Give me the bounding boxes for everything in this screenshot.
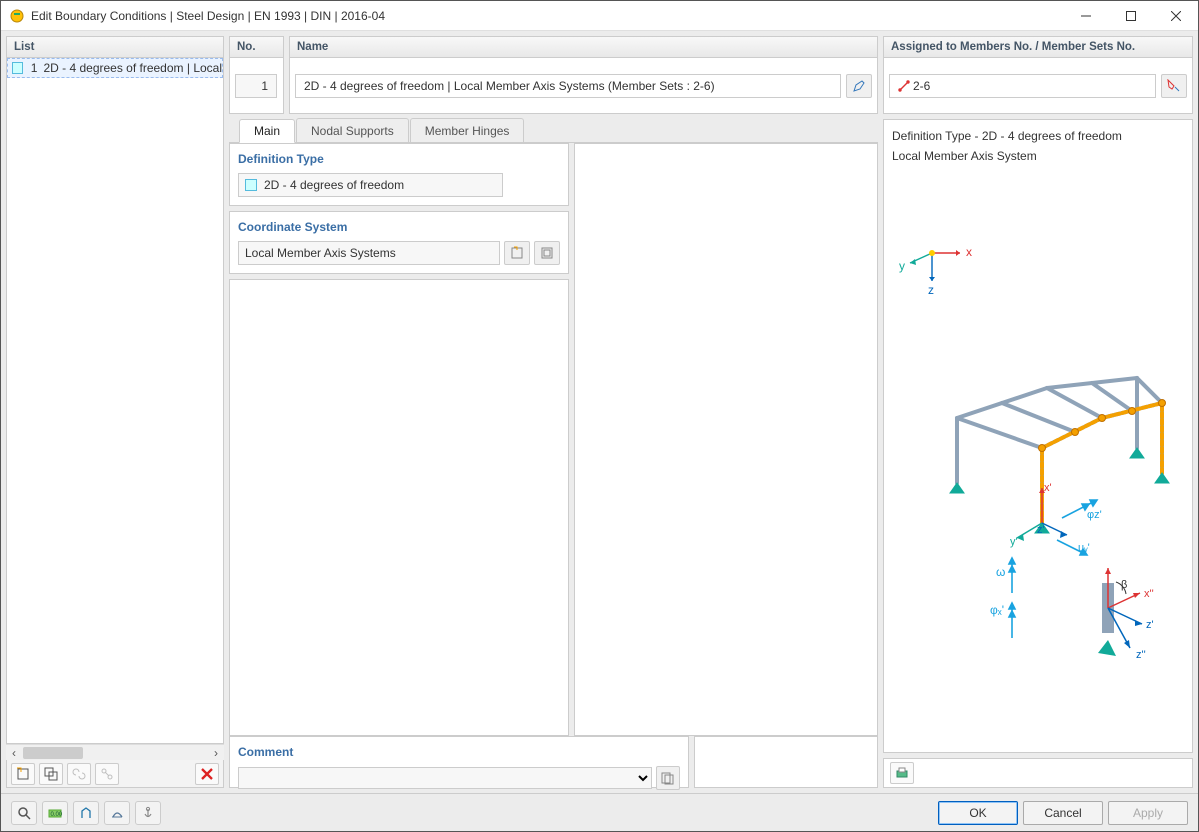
definition-type-label: Definition Type: [238, 152, 560, 166]
definition-type-swatch: [245, 179, 257, 191]
sym-z2: z': [1146, 619, 1154, 631]
duplicate-item-button[interactable]: [39, 763, 63, 785]
edit-name-button[interactable]: [846, 74, 872, 98]
no-input[interactable]: [235, 74, 277, 98]
preview-print-button[interactable]: [890, 762, 914, 784]
axis-y-label: y: [899, 259, 905, 273]
definition-type-box: Definition Type 2D - 4 degrees of freedo…: [229, 143, 569, 206]
new-item-button[interactable]: [11, 763, 35, 785]
member-icon: [898, 80, 910, 92]
link-button[interactable]: [67, 763, 91, 785]
maximize-button[interactable]: [1108, 1, 1153, 31]
preview-title-1: Definition Type - 2D - 4 degrees of free…: [892, 128, 1184, 144]
definition-type-value: 2D - 4 degrees of freedom: [264, 178, 404, 192]
definition-type-select[interactable]: 2D - 4 degrees of freedom: [238, 173, 503, 197]
sym-beta: β: [1121, 579, 1127, 591]
svg-text:0.00: 0.00: [51, 812, 63, 818]
preview-illustration: x y z: [892, 178, 1182, 738]
comment-label: Comment: [238, 745, 680, 759]
list-header: List: [6, 36, 224, 58]
sym-phix: φₓ': [990, 603, 1004, 617]
view-button[interactable]: [104, 801, 130, 825]
list-body: 1 2D - 4 degrees of freedom | Local: [6, 58, 224, 744]
sym-x2: x'': [1144, 588, 1154, 600]
search-button[interactable]: [11, 801, 37, 825]
assigned-value: 2-6: [913, 79, 930, 93]
structure-button[interactable]: [73, 801, 99, 825]
props-blank: [229, 279, 569, 736]
titlebar: Edit Boundary Conditions | Steel Design …: [1, 1, 1198, 31]
list-toolbar: [6, 760, 224, 788]
comment-spacer-1: [694, 736, 878, 788]
tab-main[interactable]: Main: [239, 119, 295, 143]
sym-z2b: z'': [1136, 649, 1146, 661]
tabs: Main Nodal Supports Member Hinges: [229, 119, 878, 143]
assigned-input[interactable]: 2-6: [889, 74, 1156, 98]
no-label: No.: [229, 36, 284, 58]
comment-input[interactable]: [238, 767, 652, 789]
tab-nodal-supports[interactable]: Nodal Supports: [296, 118, 409, 142]
sym-uy: uᵧ': [1078, 542, 1090, 554]
delete-item-button[interactable]: [195, 763, 219, 785]
list-row[interactable]: 1 2D - 4 degrees of freedom | Local: [7, 58, 223, 78]
app-icon: [9, 8, 25, 24]
coord-system-box: Coordinate System Local Member Axis Syst…: [229, 211, 569, 274]
pick-members-button[interactable]: [1161, 74, 1187, 98]
minimize-button[interactable]: [1063, 1, 1108, 31]
sym-yp: y': [1010, 536, 1018, 548]
sym-xp: x': [1044, 482, 1052, 494]
list-row-swatch: [12, 62, 23, 74]
list-h-scrollbar[interactable]: ‹ ›: [6, 744, 224, 760]
center-blank: [574, 143, 878, 736]
preview-toolbar: [883, 758, 1193, 788]
axis-x-label: x: [966, 245, 972, 259]
sym-zp: z': [1037, 524, 1045, 536]
list-row-num: 1: [27, 61, 37, 75]
coord-system-select[interactable]: Local Member Axis Systems: [238, 241, 500, 265]
coord-new-button[interactable]: [504, 241, 530, 265]
tab-member-hinges[interactable]: Member Hinges: [410, 118, 525, 142]
name-input[interactable]: [295, 74, 841, 98]
coord-system-value: Local Member Axis Systems: [245, 246, 396, 260]
list-row-text: 2D - 4 degrees of freedom | Local: [43, 61, 222, 75]
name-label: Name: [289, 36, 878, 58]
tree-button[interactable]: [95, 763, 119, 785]
anchor-button[interactable]: [135, 801, 161, 825]
window-title: Edit Boundary Conditions | Steel Design …: [31, 9, 1063, 23]
close-button[interactable]: [1153, 1, 1198, 31]
cancel-button[interactable]: Cancel: [1023, 801, 1103, 825]
units-button[interactable]: 0.00: [42, 801, 68, 825]
sym-phiz: φz': [1087, 509, 1102, 521]
axis-z-label: z: [928, 283, 934, 297]
preview-panel: Definition Type - 2D - 4 degrees of free…: [883, 119, 1193, 753]
comment-library-button[interactable]: [656, 766, 680, 790]
coord-edit-button[interactable]: [534, 241, 560, 265]
ok-button[interactable]: OK: [938, 801, 1018, 825]
sym-omega: ω: [996, 565, 1005, 579]
apply-button[interactable]: Apply: [1108, 801, 1188, 825]
coord-system-label: Coordinate System: [238, 220, 560, 234]
preview-title-2: Local Member Axis System: [892, 148, 1184, 164]
assigned-label: Assigned to Members No. / Member Sets No…: [883, 36, 1193, 58]
